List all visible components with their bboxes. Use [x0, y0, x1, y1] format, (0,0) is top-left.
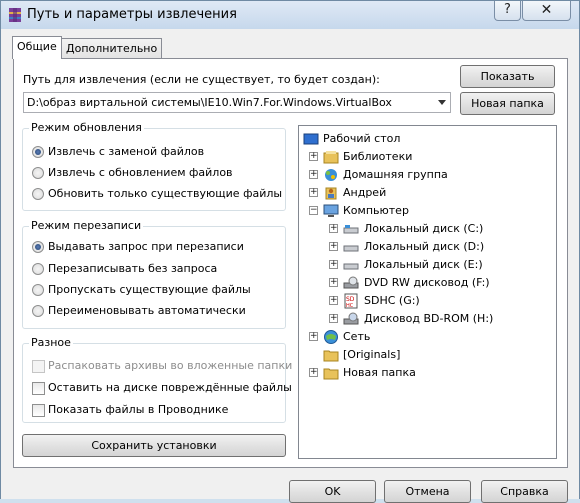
checkbox[interactable]: [32, 404, 45, 417]
misc-title: Разное: [29, 336, 73, 349]
expand-icon[interactable]: +: [309, 170, 318, 179]
show-button[interactable]: Показать: [460, 65, 555, 88]
tree-label: Компьютер: [343, 204, 409, 217]
expand-icon[interactable]: +: [329, 242, 338, 251]
new-folder-button[interactable]: Новая папка: [460, 92, 555, 115]
window-title: Путь и параметры извлечения: [27, 7, 237, 22]
tree-label: Домашняя группа: [343, 168, 448, 181]
path-label: Путь для извлечения (если не существует,…: [23, 73, 380, 86]
dvd-icon: [343, 276, 359, 289]
radio-label: Выдавать запрос при перезаписи: [48, 240, 244, 253]
tab-general[interactable]: Общие: [12, 36, 62, 59]
tree-label: Локальный диск (D:): [364, 240, 485, 253]
sd-card-icon: SDHC: [344, 293, 358, 309]
checkbox[interactable]: [32, 382, 45, 395]
folder-icon: [323, 350, 339, 362]
save-settings-button[interactable]: Сохранить установки: [22, 434, 286, 457]
title-bar[interactable]: Путь и параметры извлечения ? ✕: [1, 1, 579, 29]
extract-path-value: D:\образ виртальной системы\IE10.Win7.Fo…: [27, 96, 392, 109]
user-icon: [325, 187, 337, 200]
radio-button[interactable]: [32, 188, 44, 200]
update-mode-title: Режим обновления: [29, 121, 144, 134]
homegroup-icon: [325, 169, 337, 181]
folder-icon: [323, 368, 339, 380]
overwrite-mode-title: Режим перезаписи: [29, 219, 144, 232]
folder-tree[interactable]: Рабочий стол + Библиотеки + Домашняя гру…: [298, 125, 557, 459]
drive-icon: [343, 225, 359, 234]
expand-icon[interactable]: +: [309, 368, 318, 377]
tree-label: Новая папка: [343, 366, 416, 379]
radio-label: Переименовывать автоматически: [48, 304, 246, 317]
tab-advanced[interactable]: Дополнительно: [61, 38, 163, 58]
radio-label: Извлечь с заменой файлов: [48, 145, 205, 158]
close-button[interactable]: ✕: [522, 1, 571, 21]
tree-label: SDHC (G:): [364, 294, 420, 307]
radio-button[interactable]: [32, 305, 44, 317]
radio-button[interactable]: [32, 167, 44, 179]
radio-button[interactable]: [32, 146, 44, 158]
extract-dialog: Путь и параметры извлечения ? ✕ Общие До…: [0, 0, 580, 503]
checkbox-label: Оставить на диске повреждённые файлы: [48, 381, 292, 394]
tree-label: [Originals]: [343, 348, 401, 361]
checkbox: [32, 360, 45, 373]
expand-icon[interactable]: +: [309, 188, 318, 197]
svg-text:SD: SD: [346, 296, 355, 303]
help-button[interactable]: Справка: [481, 480, 568, 503]
help-titlebar-button[interactable]: ?: [494, 1, 521, 21]
tree-label: DVD RW дисковод (F:): [364, 276, 490, 289]
drive-icon: [343, 245, 359, 252]
drive-icon: [343, 263, 359, 270]
expand-icon[interactable]: +: [329, 224, 338, 233]
radio-label: Пропускать существующие файлы: [48, 283, 251, 296]
dropdown-arrow-icon[interactable]: [438, 100, 446, 105]
bd-rom-icon: [343, 312, 359, 325]
network-icon: [324, 330, 338, 344]
radio-label: Извлечь с обновлением файлов: [48, 166, 233, 179]
tree-label: Локальный диск (C:): [364, 222, 484, 235]
expand-icon[interactable]: +: [309, 152, 318, 161]
tree-label: Локальный диск (E:): [364, 258, 483, 271]
computer-icon: [323, 204, 339, 217]
tree-label: Библиотеки: [343, 150, 413, 163]
tree-label: Сеть: [343, 330, 371, 343]
expand-icon[interactable]: +: [309, 332, 318, 341]
expand-icon[interactable]: +: [329, 278, 338, 287]
radio-label: Обновить только существующие файлы: [48, 187, 283, 200]
radio-button[interactable]: [32, 284, 44, 296]
radio-label: Перезаписывать без запроса: [48, 262, 218, 275]
checkbox-label: Распаковать архивы во вложенные папки: [48, 359, 293, 372]
expand-icon[interactable]: +: [329, 296, 338, 305]
expand-icon[interactable]: +: [329, 260, 338, 269]
extract-path-combobox[interactable]: D:\образ виртальной системы\IE10.Win7.Fo…: [23, 92, 451, 113]
expand-icon[interactable]: +: [329, 314, 338, 323]
cancel-button[interactable]: Отмена: [384, 480, 471, 503]
tree-label: Дисковод BD-ROM (H:): [364, 312, 494, 325]
libraries-icon: [323, 151, 339, 164]
desktop-icon: [303, 133, 319, 145]
tree-label: Андрей: [343, 186, 387, 199]
winrar-app-icon: [9, 8, 21, 22]
tree-label: Рабочий стол: [323, 132, 401, 145]
radio-button[interactable]: [32, 263, 44, 275]
checkbox-label: Показать файлы в Проводнике: [48, 403, 229, 416]
svg-text:HC: HC: [346, 303, 354, 309]
ok-button[interactable]: OK: [289, 480, 376, 503]
collapse-icon[interactable]: −: [309, 206, 318, 215]
radio-button[interactable]: [32, 241, 44, 253]
